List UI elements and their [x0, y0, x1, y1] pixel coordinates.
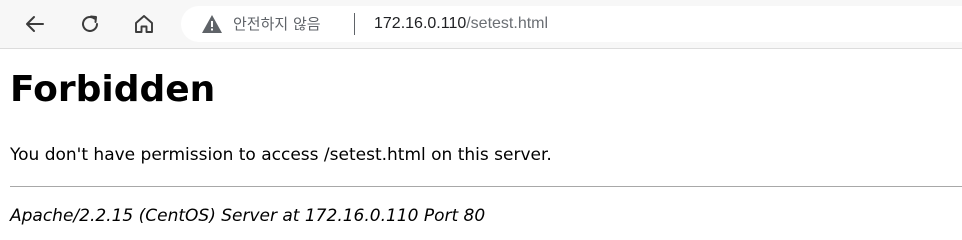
- refresh-button[interactable]: [74, 8, 106, 40]
- back-arrow-icon: [26, 16, 44, 32]
- refresh-icon: [82, 15, 98, 32]
- browser-toolbar: 안전하지 않음 172.16.0.110/setest.html: [0, 0, 962, 49]
- warning-icon[interactable]: [201, 14, 223, 34]
- server-signature: Apache/2.2.15 (CentOS) Server at 172.16.…: [10, 206, 486, 226]
- home-button[interactable]: [128, 8, 160, 40]
- home-icon: [135, 15, 153, 33]
- url-host: 172.16.0.110: [374, 15, 467, 32]
- page-title: Forbidden: [10, 69, 216, 110]
- url-path: /setest.html: [466, 15, 549, 32]
- url-text[interactable]: 172.16.0.110/setest.html: [374, 14, 548, 34]
- horizontal-rule: [10, 186, 962, 187]
- error-message: You don't have permission to access /set…: [10, 145, 552, 165]
- address-divider: [354, 13, 355, 35]
- back-button[interactable]: [19, 8, 51, 40]
- address-bar[interactable]: 안전하지 않음 172.16.0.110/setest.html: [181, 6, 962, 42]
- security-status-label[interactable]: 안전하지 않음: [233, 14, 321, 34]
